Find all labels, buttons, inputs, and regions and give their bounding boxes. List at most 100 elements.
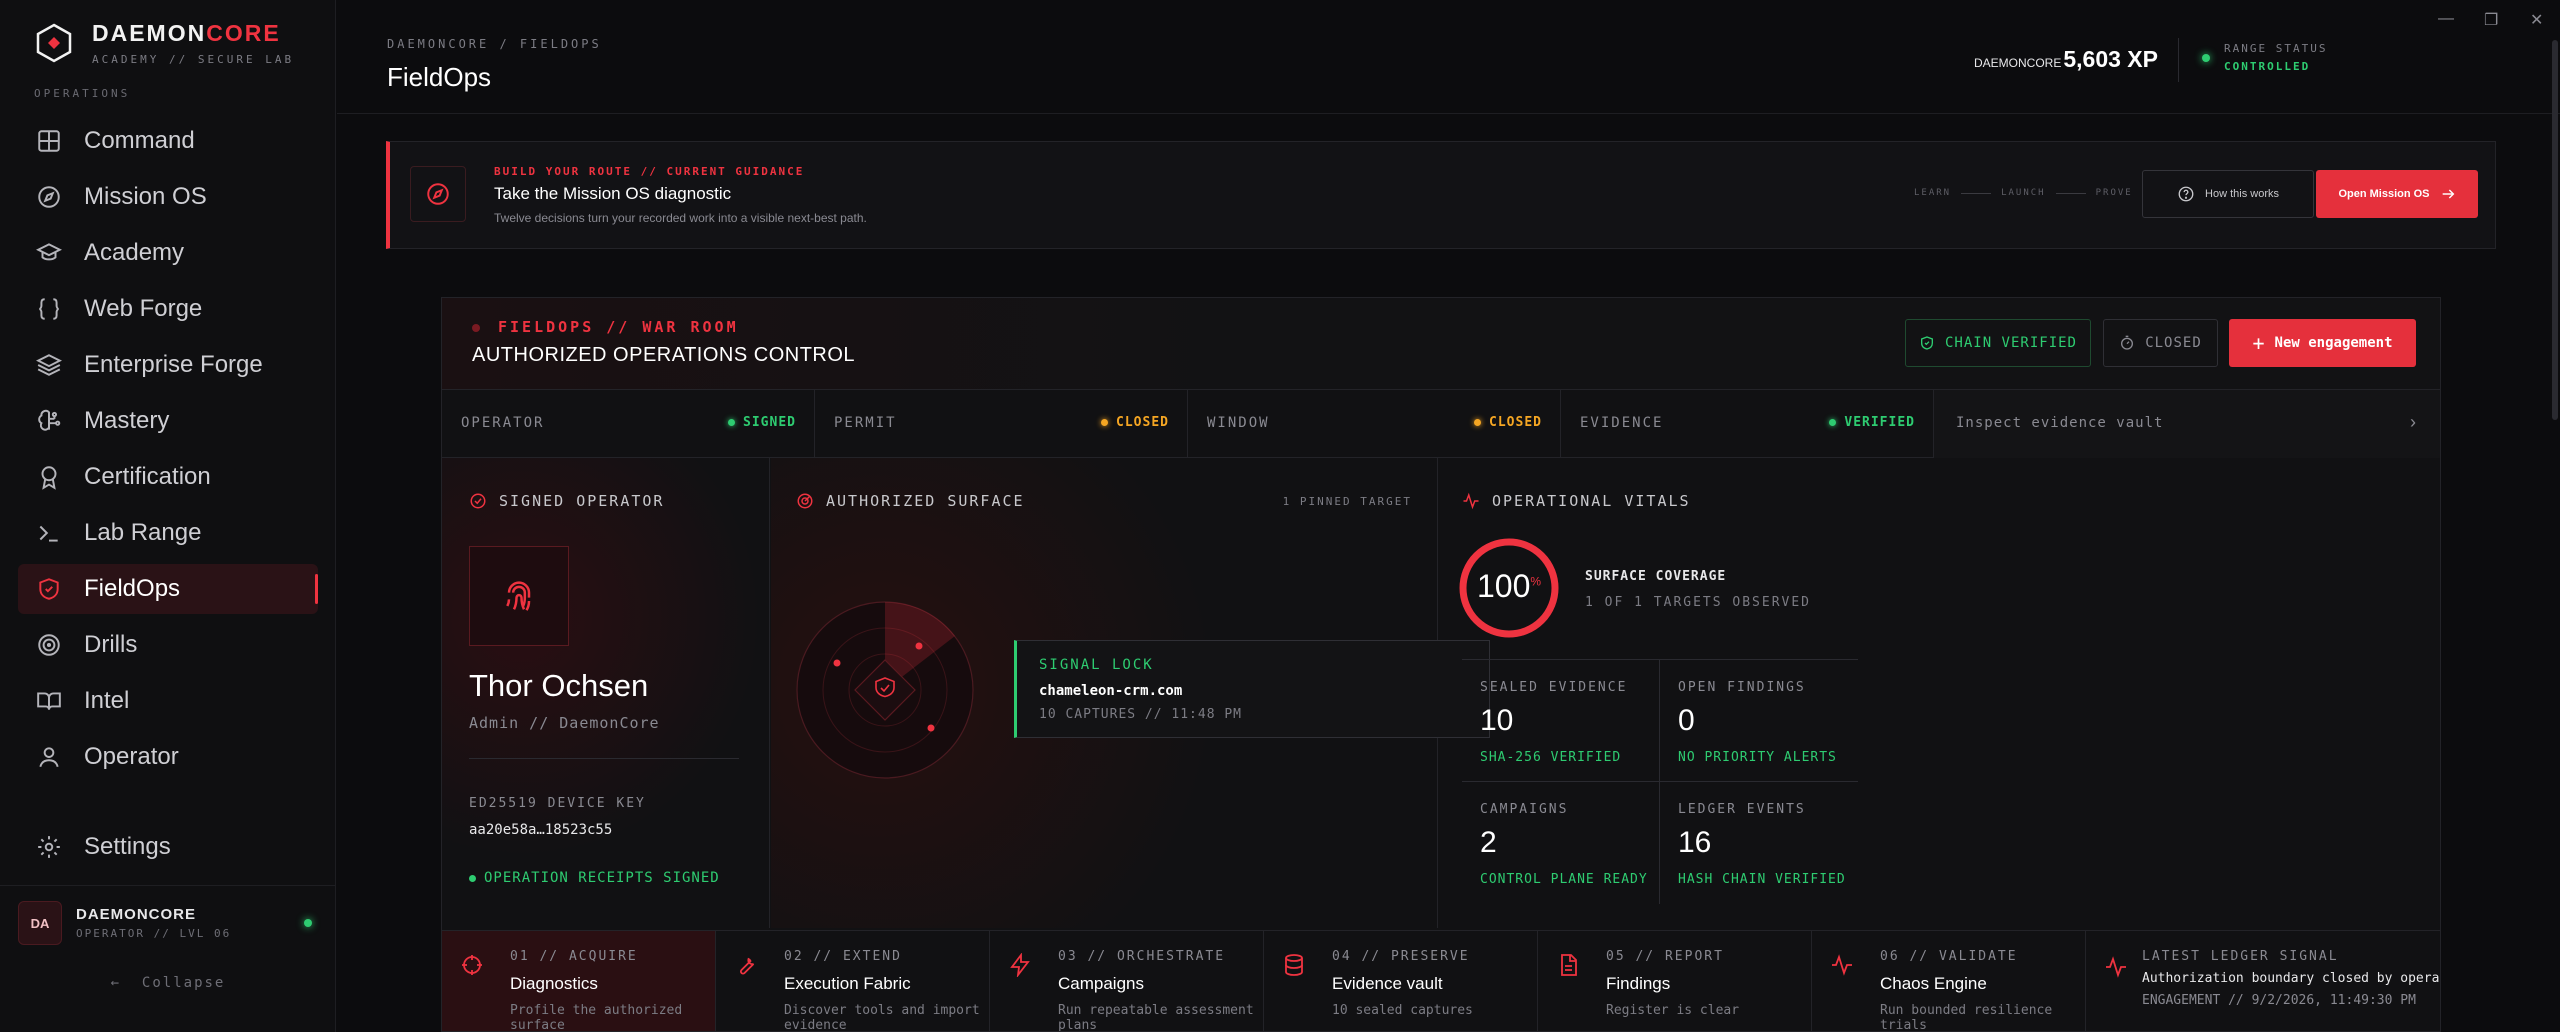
page-scrollbar[interactable] [2552, 40, 2558, 420]
minimize-button[interactable]: — [2438, 10, 2454, 28]
status-label: WINDOW [1207, 415, 1270, 431]
inspect-evidence-vault-link[interactable]: Inspect evidence vault › [1934, 390, 2440, 458]
sidebar-item-lab-range[interactable]: Lab Range [18, 508, 318, 558]
sidebar-item-academy[interactable]: Academy [18, 228, 318, 278]
status-value: SIGNED [728, 415, 796, 430]
crosshair-icon [462, 955, 482, 975]
radar-scope[interactable] [793, 598, 977, 782]
operations-pipeline: 01 // ACQUIRE Diagnostics Profile the au… [442, 930, 2441, 1032]
status-value: CLOSED [1101, 415, 1169, 430]
user-role: OPERATOR // LVL 06 [76, 927, 232, 940]
status-row: OPERATOR SIGNED PERMIT CLOSED WINDOW CLO… [442, 390, 2440, 458]
maximize-button[interactable]: ❐ [2484, 10, 2498, 30]
brand-subtitle: ACADEMY // SECURE LAB [92, 53, 295, 66]
coverage-subtitle: 1 OF 1 TARGETS OBSERVED [1585, 595, 1812, 610]
sidebar-item-operator[interactable]: Operator [18, 732, 318, 782]
step-description: Run bounded resilience trials [1880, 1003, 2053, 1032]
step-title: Findings [1606, 974, 1671, 993]
step-kicker: 03 // ORCHESTRATE [1058, 949, 1226, 964]
vital-sub: HASH CHAIN VERIFIED [1678, 872, 1846, 887]
range-status-value: CONTROLLED [2224, 60, 2311, 73]
close-button[interactable]: ✕ [2530, 10, 2543, 30]
status-value: VERIFIED [1829, 415, 1915, 430]
capture-meta: 10 CAPTURES // 11:48 PM [1039, 707, 1243, 722]
panel-heading: OPERATIONAL VITALS [1462, 492, 1691, 510]
chevron-right-icon: › [2410, 412, 2416, 432]
open-mission-os-button[interactable]: Open Mission OS [2316, 170, 2478, 218]
pipeline-step-campaigns[interactable]: 03 // ORCHESTRATE Campaigns Run repeatab… [990, 931, 1264, 1031]
avatar: DA [18, 901, 62, 945]
step-description: 10 sealed captures [1332, 1003, 1473, 1018]
sidebar-item-label: Certification [84, 463, 211, 490]
activity-icon [2106, 956, 2126, 978]
range-status: RANGE STATUS CONTROLLED [2202, 42, 2327, 73]
pipeline-step-execution-fabric[interactable]: 02 // EXTEND Execution Fabric Discover t… [716, 931, 990, 1031]
status-window: WINDOW CLOSED [1188, 390, 1561, 458]
step-learn: LEARN [1914, 188, 1952, 198]
book-icon [37, 692, 61, 710]
user-name: DAEMONCORE [76, 906, 197, 923]
new-engagement-button[interactable]: + New engagement [2229, 319, 2416, 367]
chain-verified-badge[interactable]: CHAIN VERIFIED [1905, 319, 2091, 367]
pipeline-step-findings[interactable]: 05 // REPORT Findings Register is clear [1538, 931, 1812, 1031]
pipeline-step-chaos-engine[interactable]: 06 // VALIDATE Chaos Engine Run bounded … [1812, 931, 2086, 1032]
status-label: EVIDENCE [1580, 415, 1664, 431]
operator-name: Thor Ochsen [469, 668, 649, 703]
sidebar-item-enterprise-forge[interactable]: Enterprise Forge [18, 340, 318, 390]
step-description: Register is clear [1606, 1003, 1740, 1018]
device-key-label: ED25519 DEVICE KEY [469, 796, 646, 811]
target-icon [38, 634, 60, 656]
sidebar-item-label: Web Forge [84, 295, 203, 322]
page-title: FieldOps [387, 62, 492, 92]
sidebar-item-mission-os[interactable]: Mission OS [18, 172, 318, 222]
step-connector [2055, 192, 2086, 194]
sidebar-item-intel[interactable]: Intel [18, 676, 318, 726]
sidebar-item-fieldops[interactable]: FieldOps [18, 564, 318, 614]
sidebar-item-label: Settings [84, 833, 171, 860]
sidebar-item-settings[interactable]: Settings [18, 822, 318, 872]
status-value: CLOSED [1474, 415, 1542, 430]
status-dot [728, 419, 736, 426]
award-icon [41, 466, 57, 490]
guidance-banner: BUILD YOUR ROUTE // CURRENT GUIDANCE Tak… [386, 141, 2496, 249]
user-icon [39, 747, 59, 768]
step-title: Evidence vault [1332, 974, 1443, 993]
gear-icon [38, 836, 60, 858]
page-header: DAEMONCORE / FIELDOPS FieldOps DAEMONCOR… [337, 0, 2560, 114]
step-kicker: 05 // REPORT [1606, 949, 1724, 964]
war-room-title: AUTHORIZED OPERATIONS CONTROL [472, 344, 856, 366]
step-launch: LAUNCH [2001, 188, 2046, 198]
sidebar-item-web-forge[interactable]: Web Forge [18, 284, 318, 334]
range-status-dot [2202, 54, 2210, 62]
vital-label: OPEN FINDINGS [1678, 680, 1806, 695]
pipeline-step-diagnostics[interactable]: 01 // ACQUIRE Diagnostics Profile the au… [442, 931, 716, 1031]
vital-open-findings: OPEN FINDINGS 0 NO PRIORITY ALERTS [1660, 660, 1858, 782]
daemoncore-logo-icon [36, 23, 72, 63]
sidebar-item-certification[interactable]: Certification [18, 452, 318, 502]
how-this-works-button[interactable]: How this works [2142, 170, 2314, 218]
sidebar-item-label: Intel [84, 687, 130, 714]
divider [469, 758, 739, 759]
war-room-panel: FIELDOPS // WAR ROOM AUTHORIZED OPERATIO… [441, 297, 2441, 1032]
coverage-value: 100% [1476, 568, 1542, 604]
banner-subtitle: Twelve decisions turn your recorded work… [494, 211, 867, 225]
sidebar-item-drills[interactable]: Drills [18, 620, 318, 670]
latest-ledger-signal[interactable]: LATEST LEDGER SIGNAL Authorization bound… [2086, 931, 2441, 1031]
pipeline-step-evidence-vault[interactable]: 04 // PRESERVE Evidence vault 10 sealed … [1264, 931, 1538, 1031]
closed-badge[interactable]: CLOSED [2103, 319, 2218, 367]
authorized-surface-panel: AUTHORIZED SURFACE 1 PINNED TARGET SIGNA… [771, 458, 1490, 928]
vital-sealed-evidence: SEALED EVIDENCE 10 SHA-256 VERIFIED [1462, 660, 1660, 782]
terminal-icon [39, 525, 58, 542]
open-mission-os-label: Open Mission OS [2338, 188, 2430, 200]
vital-value: 0 [1678, 704, 1695, 737]
sidebar-item-mastery[interactable]: Mastery [18, 396, 318, 446]
brand[interactable]: DAEMONCORE ACADEMY // SECURE LAB [34, 20, 294, 66]
sidebar-item-command[interactable]: Command [18, 116, 318, 166]
ledger-text: Authorization boundary closed by operato… [2142, 971, 2441, 986]
user-card[interactable]: DA DAEMONCORE OPERATOR // LVL 06 [18, 900, 318, 946]
collapse-button[interactable]: ← Collapse [0, 975, 336, 991]
vital-ledger-events: LEDGER EVENTS 16 HASH CHAIN VERIFIED [1660, 782, 1858, 904]
database-icon [1285, 954, 1303, 976]
compass-icon [38, 186, 60, 208]
signal-lock-card[interactable]: SIGNAL LOCK chameleon-crm.com 10 CAPTURE… [1014, 640, 1490, 738]
